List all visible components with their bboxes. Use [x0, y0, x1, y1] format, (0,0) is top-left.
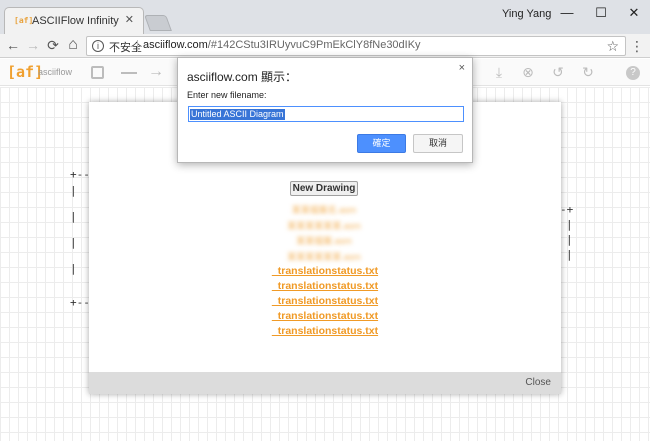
bookmark-star-icon[interactable]: ☆ — [606, 37, 619, 55]
minimize-icon[interactable]: — — [552, 3, 582, 23]
window-close-icon[interactable]: ✕ — [619, 3, 649, 23]
line-tool-icon[interactable] — [121, 72, 137, 74]
maximize-icon[interactable]: ☐ — [586, 3, 616, 23]
ascii-right-edge: | — [566, 233, 573, 246]
drawing-link[interactable]: 某某檔案.asm — [274, 234, 374, 246]
address-bar[interactable]: i 不安全 asciiflow.com/#142CStu3IRUyvuC9PmE… — [86, 36, 626, 56]
url-path: /#142CStu3IRUyvuC9PmEkClY8fNe30dIKy — [207, 39, 421, 51]
prompt-close-icon[interactable]: × — [459, 62, 465, 74]
modal-footer: Close — [89, 372, 561, 394]
ascii-box-right-top: -+ — [560, 203, 574, 216]
drawing-link[interactable]: 某某檔案名.asm — [274, 203, 374, 215]
logo-text: asciiflow — [38, 67, 73, 77]
new-drawing-button[interactable]: New Drawing — [290, 181, 358, 196]
drawing-link[interactable]: _translationstatus.txt — [239, 325, 411, 338]
drawing-link[interactable]: _translationstatus.txt — [239, 265, 411, 278]
asciiflow-favicon-icon: [af] — [14, 16, 34, 25]
profile-name[interactable]: Ying Yang — [502, 8, 551, 20]
omnibox-divider — [137, 40, 138, 52]
url-host: asciiflow.com — [143, 39, 208, 51]
browser-titlebar: [af] ASCIIFlow Infinity ✕ Ying Yang — ☐ … — [0, 0, 650, 34]
help-icon[interactable]: ? — [626, 66, 640, 80]
drawing-link[interactable]: _translationstatus.txt — [239, 310, 411, 323]
filename-input-value: Untitled ASCII Diagram — [190, 109, 285, 120]
cancel-button[interactable]: 取消 — [413, 134, 463, 153]
ascii-box-top: +-- — [70, 168, 90, 181]
new-tab-button[interactable] — [144, 15, 172, 31]
modal-close-button[interactable]: Close — [525, 377, 551, 388]
drawing-link[interactable]: _translationstatus.txt — [239, 295, 411, 308]
clear-tool-icon[interactable]: ⊗ — [520, 64, 536, 80]
tab-title: ASCIIFlow Infinity — [32, 15, 119, 27]
back-icon[interactable]: ← — [4, 36, 22, 54]
redo-tool-icon[interactable]: ↻ — [580, 64, 596, 80]
home-icon[interactable]: ⌂ — [64, 36, 82, 54]
drawing-link[interactable]: 某某某某某某.asm — [274, 219, 374, 231]
filename-input[interactable]: Untitled ASCII Diagram — [188, 106, 464, 122]
box-tool-icon[interactable] — [91, 66, 104, 79]
url-text[interactable]: asciiflow.com/#142CStu3IRUyvuC9PmEkClY8f… — [143, 39, 421, 51]
browser-toolbar: ← → ⟳ ⌂ i 不安全 asciiflow.com/#142CStu3IRU… — [0, 34, 650, 58]
ascii-right-edge: | — [566, 218, 573, 231]
tab-close-icon[interactable]: ✕ — [125, 14, 134, 26]
browser-tab[interactable]: [af] ASCIIFlow Infinity ✕ — [4, 7, 144, 34]
prompt-title: asciiflow.com 顯示： — [187, 70, 298, 84]
ascii-box-bottom: +-- — [70, 296, 90, 309]
prompt-message: Enter new filename: — [187, 90, 267, 100]
drawing-link[interactable]: _translationstatus.txt — [239, 280, 411, 293]
drawing-link[interactable]: 某某某某某某.asm — [274, 250, 374, 262]
forward-icon[interactable]: → — [24, 36, 42, 54]
arrow-tool-icon[interactable]: → — [148, 64, 164, 80]
browser-menu-icon[interactable]: ⋮ — [630, 37, 644, 55]
ascii-right-edge: | — [566, 248, 573, 261]
reload-icon[interactable]: ⟳ — [44, 36, 62, 54]
save-tool-icon[interactable]: ⤓ — [491, 64, 507, 80]
undo-tool-icon[interactable]: ↺ — [550, 64, 566, 80]
ok-button[interactable]: 確定 — [357, 134, 406, 153]
filename-prompt-dialog: asciiflow.com 顯示： × Enter new filename: … — [177, 57, 473, 163]
info-icon[interactable]: i — [92, 40, 104, 52]
